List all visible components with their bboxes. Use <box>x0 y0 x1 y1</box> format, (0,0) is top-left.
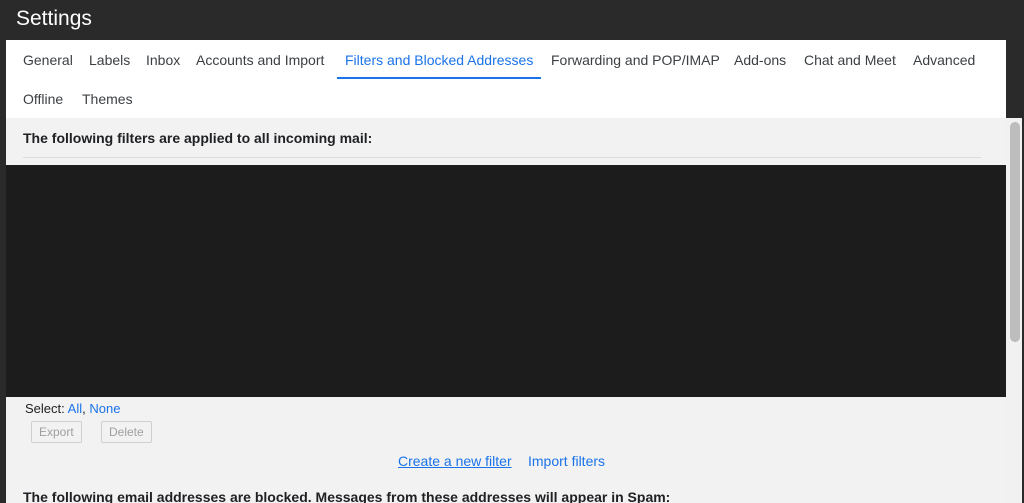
settings-window: Settings General Labels Inbox Accounts a… <box>0 0 1024 503</box>
tab-offline[interactable]: Offline <box>23 80 63 118</box>
import-filters-wrap: Import filters <box>528 453 605 469</box>
tab-forwarding-and-pop-imap[interactable]: Forwarding and POP/IMAP <box>551 41 720 79</box>
tab-labels[interactable]: Labels <box>89 41 130 79</box>
export-button[interactable]: Export <box>31 421 82 443</box>
title-bar: Settings <box>0 0 1024 40</box>
filters-heading: The following filters are applied to all… <box>23 130 373 146</box>
tab-filters-and-blocked-addresses[interactable]: Filters and Blocked Addresses <box>336 41 542 79</box>
create-new-filter-link[interactable]: Create a new filter <box>398 453 512 469</box>
select-separator: , <box>82 401 86 416</box>
select-none-link[interactable]: None <box>89 401 120 416</box>
tab-chat-and-meet[interactable]: Chat and Meet <box>804 41 896 79</box>
window-edge <box>1006 40 1024 118</box>
delete-button[interactable]: Delete <box>101 421 152 443</box>
tab-accounts-and-import[interactable]: Accounts and Import <box>196 41 324 79</box>
tab-general[interactable]: General <box>23 41 73 79</box>
window-title: Settings <box>16 7 92 30</box>
tab-themes[interactable]: Themes <box>82 80 133 118</box>
select-label: Select: <box>25 401 65 416</box>
tab-inbox[interactable]: Inbox <box>146 41 180 79</box>
select-row: Select: All, None <box>25 401 120 416</box>
import-filters-link[interactable]: Import filters <box>528 453 605 469</box>
scrollbar-thumb[interactable] <box>1010 122 1020 342</box>
settings-tabs: General Labels Inbox Accounts and Import… <box>6 40 1006 118</box>
tab-advanced[interactable]: Advanced <box>913 41 975 79</box>
tab-add-ons[interactable]: Add-ons <box>734 41 786 79</box>
settings-panel: General Labels Inbox Accounts and Import… <box>6 40 1006 503</box>
filters-list-redacted <box>6 165 1006 397</box>
divider <box>23 157 981 158</box>
blocked-addresses-heading: The following email addresses are blocke… <box>23 489 671 503</box>
select-all-link[interactable]: All <box>68 401 82 416</box>
create-filter-wrap: Create a new filter <box>398 453 512 469</box>
